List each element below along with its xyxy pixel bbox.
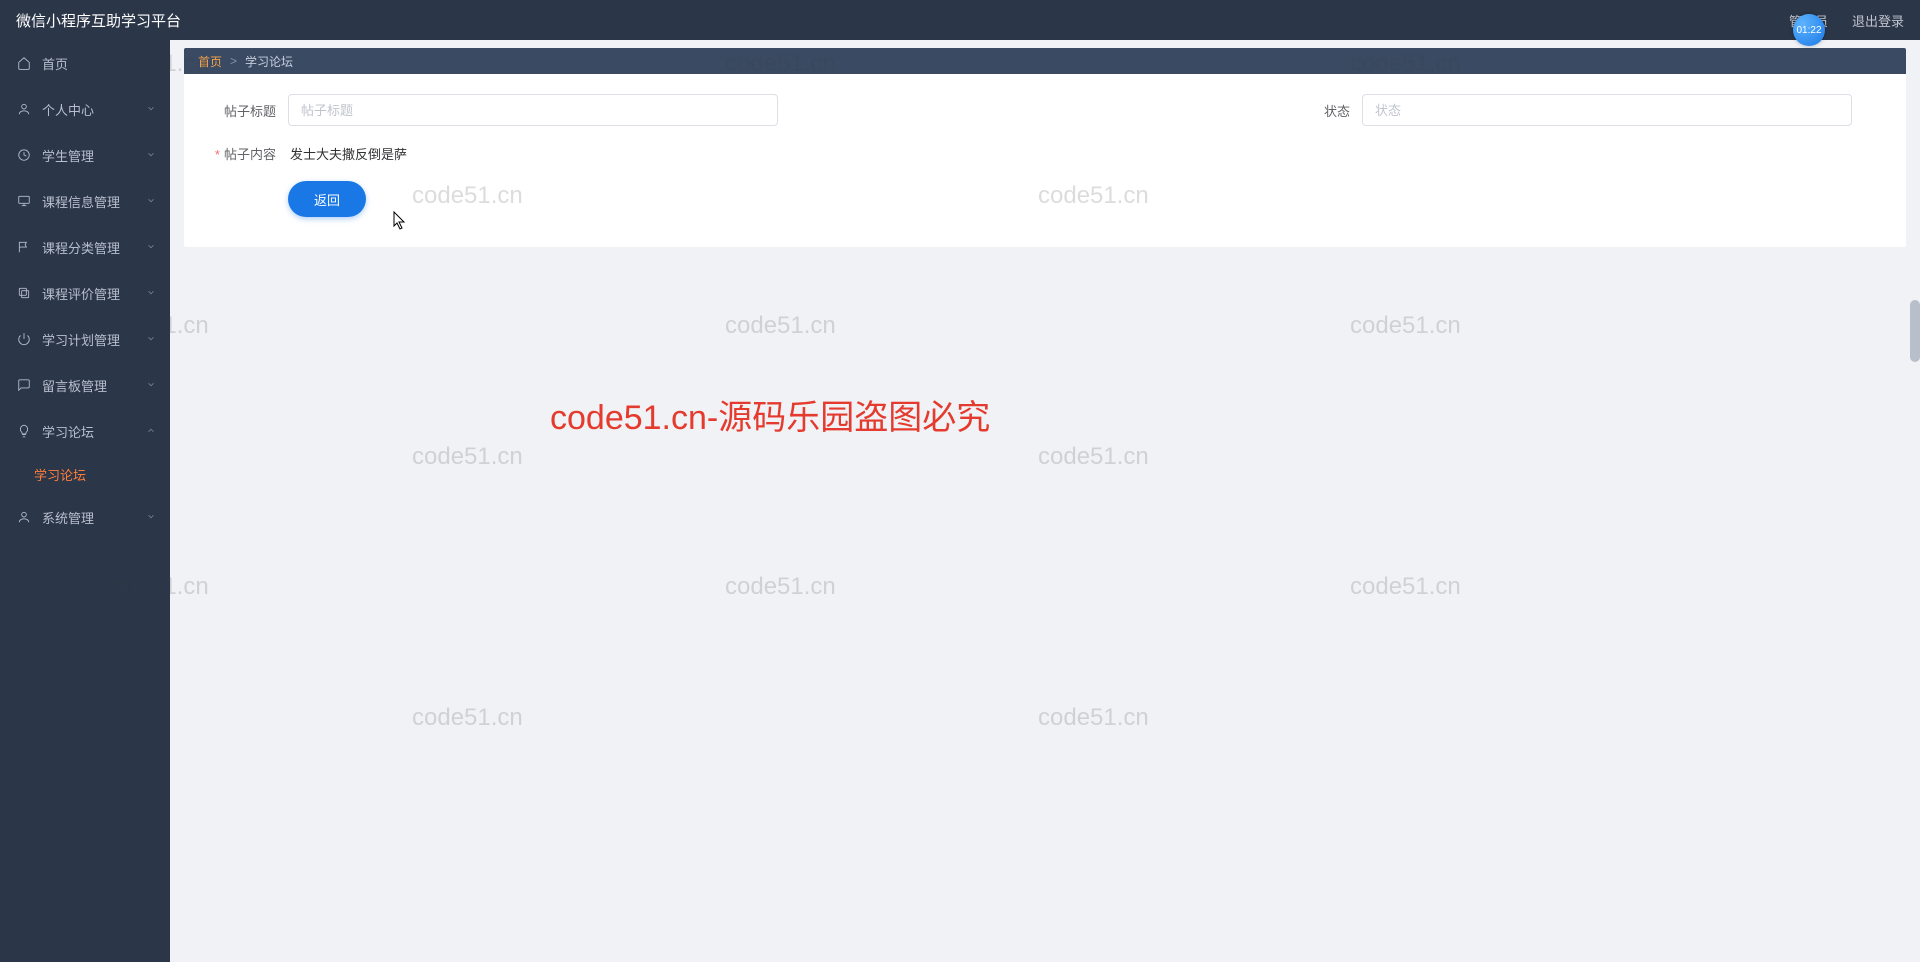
clock-icon xyxy=(16,147,32,163)
breadcrumb-current: 学习论坛 xyxy=(245,53,293,70)
sidebar-subitem-study-forum[interactable]: 学习论坛 xyxy=(0,454,170,494)
sidebar-item-message-board[interactable]: 留言板管理 xyxy=(0,362,170,408)
sidebar-item-course-category[interactable]: 课程分类管理 xyxy=(0,224,170,270)
title-label: 帖子标题 xyxy=(198,101,288,120)
sidebar-item-label: 学生管理 xyxy=(42,146,94,165)
title-input[interactable] xyxy=(288,94,778,126)
flag-icon xyxy=(16,239,32,255)
sidebar-item-label: 留言板管理 xyxy=(42,376,107,395)
app-title: 微信小程序互助学习平台 xyxy=(16,10,181,31)
sidebar-item-label: 首页 xyxy=(42,54,68,73)
chevron-down-icon xyxy=(146,240,156,255)
user-icon xyxy=(16,101,32,117)
sidebar-item-label: 个人中心 xyxy=(42,100,94,119)
timer-badge: 01:22 xyxy=(1793,14,1825,46)
header-bar: 微信小程序互助学习平台 管理员 退出登录 xyxy=(0,0,1920,40)
sidebar-item-label: 系统管理 xyxy=(42,508,94,527)
form-group-title: 帖子标题 xyxy=(198,94,1045,126)
home-icon xyxy=(16,55,32,71)
back-button[interactable]: 返回 xyxy=(288,181,366,217)
sidebar-item-home[interactable]: 首页 xyxy=(0,40,170,86)
sidebar-item-label: 学习计划管理 xyxy=(42,330,120,349)
user-icon xyxy=(16,509,32,525)
chevron-down-icon xyxy=(146,148,156,163)
chevron-down-icon xyxy=(146,510,156,525)
sidebar-item-students[interactable]: 学生管理 xyxy=(0,132,170,178)
content-value: 发士大夫撒反倒是萨 xyxy=(288,144,407,163)
chevron-up-icon xyxy=(146,424,156,439)
sidebar-item-study-forum[interactable]: 学习论坛 xyxy=(0,408,170,454)
chevron-down-icon xyxy=(146,332,156,347)
sidebar-item-study-plan[interactable]: 学习计划管理 xyxy=(0,316,170,362)
sidebar-item-label: 课程评价管理 xyxy=(42,284,120,303)
breadcrumb-home[interactable]: 首页 xyxy=(198,53,222,70)
bulb-icon xyxy=(16,423,32,439)
sidebar: 首页 个人中心 学生管理 课程信息管理 xyxy=(0,40,170,962)
main-area: 首页 > 学习论坛 帖子标题 状态 * 帖子内容 xyxy=(170,40,1920,962)
content-label-text: 帖子内容 xyxy=(224,147,276,162)
breadcrumb: 首页 > 学习论坛 xyxy=(184,48,1906,74)
form-group-status: 状态 xyxy=(1045,94,1892,126)
scrollbar-thumb[interactable] xyxy=(1910,300,1920,362)
chevron-down-icon xyxy=(146,378,156,393)
sidebar-item-system[interactable]: 系统管理 xyxy=(0,494,170,540)
status-input[interactable] xyxy=(1362,94,1852,126)
button-row: 返回 xyxy=(198,181,1892,217)
sidebar-item-label: 课程分类管理 xyxy=(42,238,120,257)
form-group-content: * 帖子内容 发士大夫撒反倒是萨 xyxy=(198,144,1892,163)
message-icon xyxy=(16,377,32,393)
sidebar-item-course-review[interactable]: 课程评价管理 xyxy=(0,270,170,316)
content-label: * 帖子内容 xyxy=(198,144,288,163)
breadcrumb-separator: > xyxy=(230,54,237,68)
form-panel: 帖子标题 状态 * 帖子内容 发士大夫撒反倒是萨 返回 xyxy=(184,74,1906,247)
power-icon xyxy=(16,331,32,347)
monitor-icon xyxy=(16,193,32,209)
logout-link[interactable]: 退出登录 xyxy=(1852,11,1904,30)
sidebar-item-course-info[interactable]: 课程信息管理 xyxy=(0,178,170,224)
required-marker: * xyxy=(215,147,220,162)
sidebar-item-personal[interactable]: 个人中心 xyxy=(0,86,170,132)
sidebar-item-label: 学习论坛 xyxy=(42,422,94,441)
sidebar-subitem-label: 学习论坛 xyxy=(34,465,86,484)
chevron-down-icon xyxy=(146,286,156,301)
sidebar-item-label: 课程信息管理 xyxy=(42,192,120,211)
status-label: 状态 xyxy=(1302,101,1362,120)
copy-icon xyxy=(16,285,32,301)
chevron-down-icon xyxy=(146,194,156,209)
chevron-down-icon xyxy=(146,102,156,117)
